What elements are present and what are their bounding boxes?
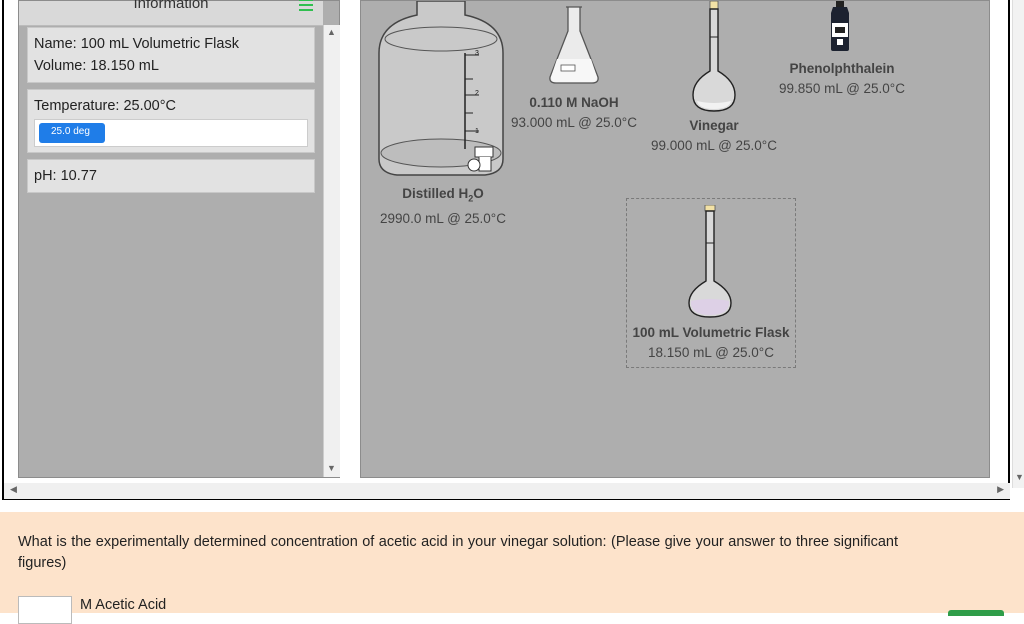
answer-input[interactable] [18,596,72,624]
distilled-water-carboy[interactable]: 3 2 1 [375,1,507,181]
answer-unit: M Acetic Acid [80,597,167,613]
temperature-card: Temperature: 25.00°C 25.0 deg [27,89,315,153]
carboy-mark-2: 2 [475,90,479,97]
vinegar-detail: 99.000 mL @ 25.0°C [651,138,777,153]
phenolphthalein-bottle[interactable] [827,1,853,53]
name-volume-card: Name: 100 mL Volumetric Flask Volume: 18… [27,27,315,83]
question-text: What is the experimentally determined co… [18,534,898,571]
temperature-bar-label: 25.0 deg [51,126,90,137]
submit-button[interactable] [948,610,1004,616]
vinegar-volumetric-flask[interactable] [691,1,737,113]
carboy-mark-3: 3 [475,50,479,57]
horizontal-scrollbar[interactable]: ◀ ▶ [4,483,1010,499]
scroll-down-icon[interactable]: ▼ [327,463,336,473]
simulation-area: Information Name: 100 mL Volumetric Flas… [0,0,1024,502]
naoh-detail: 93.000 mL @ 25.0°C [511,115,637,130]
naoh-name: 0.110 M NaOH [529,95,619,110]
information-header: Information [19,0,323,26]
naoh-erlenmeyer-flask[interactable] [547,5,601,85]
volumetric-flask-label: 100 mL Volumetric Flask 18.150 mL @ 25.0… [626,323,796,363]
scroll-right-icon[interactable]: ▶ [997,484,1004,495]
hamburger-menu-icon[interactable] [299,0,313,11]
page-vertical-scrollbar[interactable]: ▼ [1012,0,1024,488]
temperature-bar-fill: 25.0 deg [39,123,105,143]
distilled-water-detail: 2990.0 mL @ 25.0°C [380,210,506,226]
phenolphthalein-name: Phenolphthalein [789,61,895,76]
temperature-line: Temperature: 25.00°C [34,98,177,114]
phenolphthalein-label: Phenolphthalein 99.850 mL @ 25.0°C [765,59,919,99]
temperature-bar[interactable]: 25.0 deg [34,119,308,147]
volumetric-flask-detail: 18.150 mL @ 25.0°C [648,345,774,360]
scroll-left-icon[interactable]: ◀ [10,484,17,495]
volume-line: Volume: 18.150 mL [34,58,159,74]
phenolphthalein-detail: 99.850 mL @ 25.0°C [779,81,905,96]
workbench: 3 2 1 Distilled H2O 2990.0 mL @ 25.0°C 0… [360,0,990,478]
name-line: Name: 100 mL Volumetric Flask [34,36,239,52]
distilled-water-label: Distilled H2O 2990.0 mL @ 25.0°C [361,184,525,229]
question-panel: What is the experimentally determined co… [0,512,1024,624]
naoh-label: 0.110 M NaOH 93.000 mL @ 25.0°C [504,93,644,133]
carboy-mark-1: 1 [475,128,479,135]
vinegar-name: Vinegar [689,118,739,133]
information-panel: Information Name: 100 mL Volumetric Flas… [18,0,340,478]
volumetric-flask-name: 100 mL Volumetric Flask [632,325,790,340]
ph-card: pH: 10.77 [27,159,315,193]
distilled-water-name: Distilled H2O [402,186,484,204]
page-scroll-down-icon[interactable]: ▼ [1015,472,1024,482]
100ml-volumetric-flask[interactable] [687,205,733,319]
scroll-up-icon[interactable]: ▲ [327,27,336,37]
vinegar-label: Vinegar 99.000 mL @ 25.0°C [644,116,784,156]
info-vertical-scrollbar[interactable]: ▲ ▼ [323,25,340,477]
ph-line: pH: 10.77 [34,168,97,184]
information-title: Information [133,0,209,12]
